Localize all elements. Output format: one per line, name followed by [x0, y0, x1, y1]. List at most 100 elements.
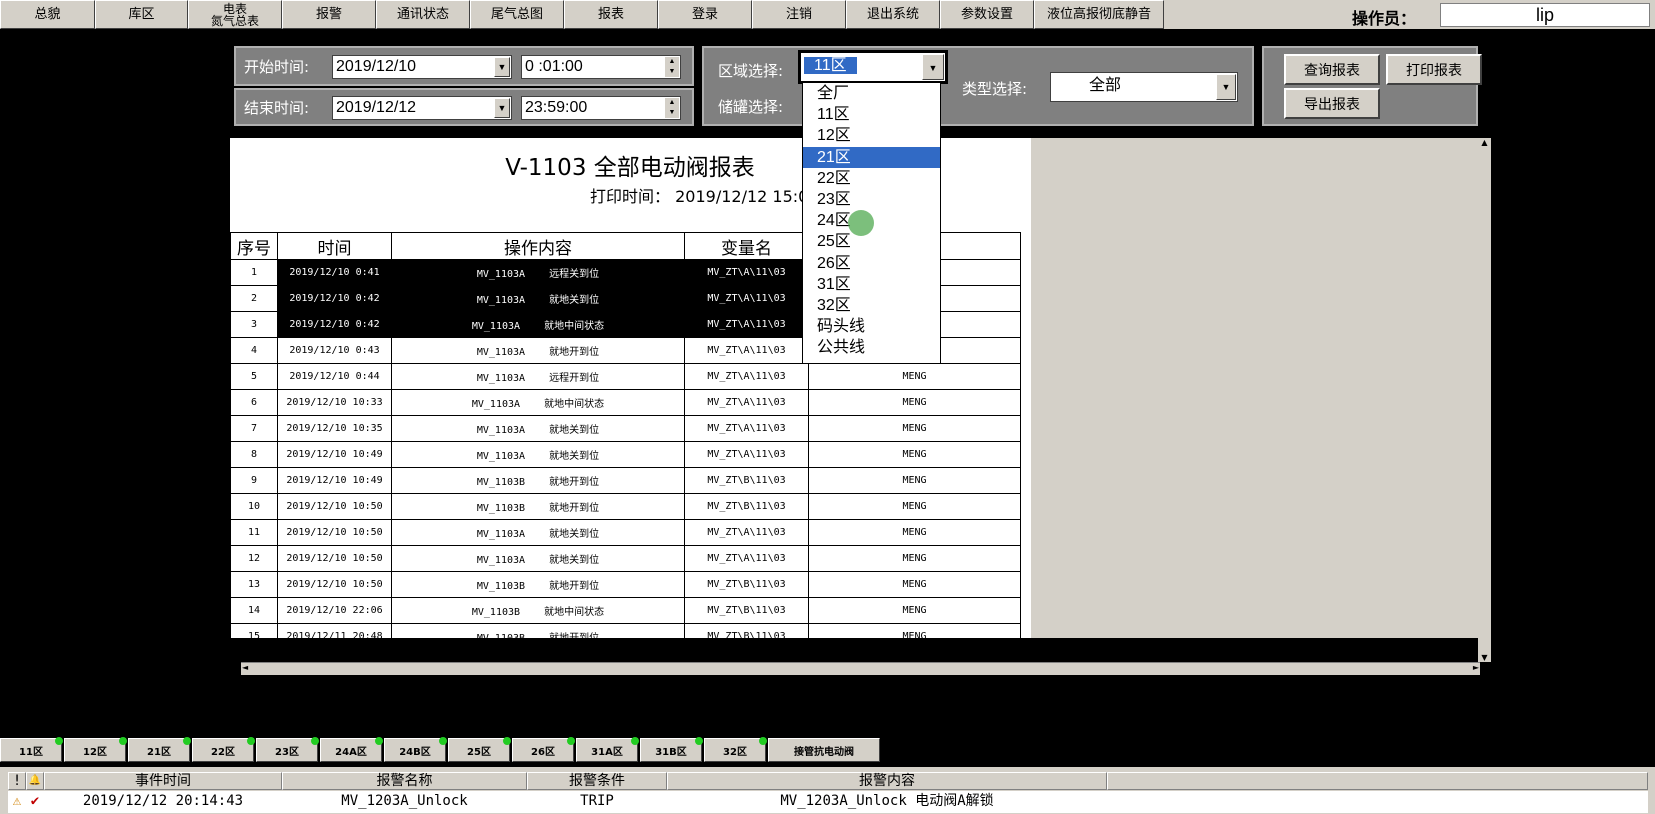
- alarm-col-content[interactable]: 报警内容: [667, 772, 1107, 790]
- zone-tab[interactable]: 12区: [64, 737, 127, 762]
- zone-tab[interactable]: 32区: [704, 737, 767, 762]
- zone-tab[interactable]: 24A区: [320, 737, 383, 762]
- area-type-panel: 区域选择: 储罐选择: 类型选择: 11区 ▼ 全部 ▼: [702, 46, 1254, 126]
- tank-label: 储罐选择:: [718, 98, 784, 116]
- warning-icon: ⚠: [12, 793, 22, 809]
- table-row[interactable]: 11 2019/12/10 10:50 MV_1103A 就地关到位 MV_ZT\A\…: [230, 519, 1021, 546]
- operator-field[interactable]: lip: [1440, 3, 1650, 27]
- table-row[interactable]: 13 2019/12/10 10:50 MV_1103B 就地开到位 MV_ZT\B\…: [230, 571, 1021, 598]
- table-row[interactable]: 6 2019/12/10 10:33 MV_1103A 就地中间状态 MV_ZT\A\…: [230, 389, 1021, 416]
- cell-time: 2019/12/10 10:50: [277, 519, 392, 546]
- scroll-up-icon[interactable]: ▲: [1478, 138, 1491, 147]
- nav-label: 注销: [785, 6, 812, 22]
- nav-meter-button[interactable]: 电表 氮气总表: [188, 0, 282, 29]
- cell-operator: MENG: [808, 415, 1021, 442]
- zone-tab[interactable]: 24B区: [384, 737, 447, 762]
- table-row[interactable]: 9 2019/12/10 10:49 MV_1103B 就地开到位 MV_ZT\B\1…: [230, 467, 1021, 494]
- table-row[interactable]: 5 2019/12/10 0:44 MV_1103A 远程开到位 MV_ZT\A\11…: [230, 363, 1021, 390]
- status-dot-icon: [55, 737, 63, 745]
- query-report-button[interactable]: 查询报表: [1284, 54, 1380, 85]
- area-option[interactable]: 公共线: [803, 337, 940, 358]
- report-horizontal-scrollbar[interactable]: ◄ ►: [241, 662, 1480, 675]
- end-date-picker[interactable]: 2019/12/12 ▼: [332, 96, 512, 120]
- end-time-spinner[interactable]: 23:59:00 ▲ ▼: [521, 96, 681, 120]
- operation-state: 就地关到位: [549, 425, 600, 436]
- area-option[interactable]: 32区: [803, 295, 940, 316]
- alarm-row[interactable]: ⚠ ✔ 2019/12/12 20:14:43 MV_1203A_Unlock …: [8, 791, 1648, 813]
- nav-exit-button[interactable]: 退出系统: [846, 0, 940, 29]
- zone-tab[interactable]: 11区: [0, 737, 63, 762]
- chevron-down-icon[interactable]: ▼: [1216, 74, 1236, 100]
- alarm-col-time[interactable]: 事件时间: [44, 772, 282, 790]
- cell-seq: 11: [230, 519, 278, 546]
- zone-tab[interactable]: 25区: [448, 737, 511, 762]
- alarm-name: MV_1203A_Unlock: [341, 793, 468, 809]
- table-row[interactable]: 8 2019/12/10 10:49 MV_1103A 就地关到位 MV_ZT\A\1…: [230, 441, 1021, 468]
- table-row[interactable]: 10 2019/12/10 10:50 MV_1103B 就地开到位 MV_ZT\B\…: [230, 493, 1021, 520]
- table-row[interactable]: 12 2019/12/10 10:50 MV_1103A 就地关到位 MV_ZT\A\…: [230, 545, 1021, 572]
- nav-label: 报表: [597, 6, 624, 22]
- nav-overview-button[interactable]: 总貌: [0, 0, 95, 29]
- scroll-down-icon[interactable]: ▼: [1478, 653, 1491, 662]
- area-select-value: 11区: [804, 57, 857, 74]
- nav-login-button[interactable]: 登录: [658, 0, 752, 29]
- cell-time: 2019/12/10 10:50: [277, 493, 392, 520]
- alarm-col-spare: [1107, 772, 1648, 790]
- print-report-button[interactable]: 打印报表: [1386, 54, 1482, 85]
- scroll-left-icon[interactable]: ◄: [242, 663, 248, 672]
- area-option[interactable]: 26区: [803, 253, 940, 274]
- area-select[interactable]: 11区 ▼: [798, 50, 948, 84]
- nav-settings-button[interactable]: 参数设置: [940, 0, 1034, 29]
- area-option[interactable]: 25区: [803, 231, 940, 252]
- zone-tab[interactable]: 26区: [512, 737, 575, 762]
- status-dot-icon: [503, 737, 511, 745]
- chevron-down-icon[interactable]: ▼: [922, 54, 944, 80]
- zone-tab[interactable]: 31B区: [640, 737, 703, 762]
- table-row[interactable]: 14 2019/12/10 22:06 MV_1103B 就地中间状态 MV_ZT\B…: [230, 597, 1021, 624]
- zone-tab-label: 24A区: [335, 746, 367, 758]
- zone-tab[interactable]: 22区: [192, 737, 255, 762]
- area-option[interactable]: 码头线: [803, 316, 940, 337]
- cell-operation: MV_1103A 就地关到位: [391, 545, 685, 572]
- operation-state: 就地关到位: [549, 295, 600, 306]
- nav-comm-status-button[interactable]: 通讯状态: [376, 0, 470, 29]
- scroll-right-icon[interactable]: ►: [1473, 663, 1479, 672]
- zone-tab[interactable]: 接管抗电动阀: [768, 738, 880, 762]
- report-vertical-scrollbar[interactable]: ▲ ▼: [1478, 138, 1491, 662]
- export-report-button[interactable]: 导出报表: [1284, 88, 1380, 119]
- alarm-col-condition[interactable]: 报警条件: [527, 772, 667, 790]
- chevron-down-icon[interactable]: ▼: [494, 98, 510, 118]
- chevron-down-icon[interactable]: ▼: [494, 57, 510, 77]
- start-date-picker[interactable]: 2019/12/10 ▼: [332, 55, 512, 79]
- spin-arrows-icon[interactable]: ▲ ▼: [665, 57, 679, 77]
- area-option[interactable]: 11区: [803, 104, 940, 125]
- nav-mute-button[interactable]: 液位高报彻底静音: [1034, 0, 1164, 29]
- nav-logout-button[interactable]: 注销: [752, 0, 846, 29]
- area-label: 区域选择:: [718, 62, 784, 80]
- table-row[interactable]: 7 2019/12/10 10:35 MV_1103A 就地关到位 MV_ZT\A\1…: [230, 415, 1021, 442]
- start-time-spinner[interactable]: 0 :01:00 ▲ ▼: [521, 55, 681, 79]
- nav-exhaust-button[interactable]: 尾气总图: [470, 0, 564, 29]
- zone-tab[interactable]: 23区: [256, 737, 319, 762]
- alarm-col-ack[interactable]: !: [8, 772, 26, 790]
- type-select[interactable]: 全部 ▼: [1050, 72, 1238, 102]
- status-dot-icon: [119, 737, 127, 745]
- zone-tab[interactable]: 21区: [128, 737, 191, 762]
- area-option[interactable]: 23区: [803, 189, 940, 210]
- zone-tab[interactable]: 31A区: [576, 737, 639, 762]
- nav-report-button[interactable]: 报表: [564, 0, 658, 29]
- table-row[interactable]: 152019/12/11 20:48MV_1103B 就地开到位MV_ZT\B\…: [230, 623, 1021, 638]
- col-header-operation: 操作内容: [391, 232, 685, 260]
- area-option[interactable]: 全厂: [803, 83, 940, 104]
- area-option[interactable]: 31区: [803, 274, 940, 295]
- alarm-col-name[interactable]: 报警名称: [282, 772, 527, 790]
- area-option[interactable]: 21区: [803, 146, 940, 168]
- bell-icon[interactable]: 🔔: [26, 772, 44, 790]
- spin-arrows-icon[interactable]: ▲ ▼: [665, 98, 679, 118]
- nav-alarm-button[interactable]: 报警: [282, 0, 376, 29]
- nav-tank-area-button[interactable]: 库区: [95, 0, 188, 29]
- area-option[interactable]: 22区: [803, 168, 940, 189]
- area-option[interactable]: 12区: [803, 125, 940, 146]
- nav-label: 登录: [691, 6, 718, 22]
- zone-tab-label: 22区: [211, 746, 235, 758]
